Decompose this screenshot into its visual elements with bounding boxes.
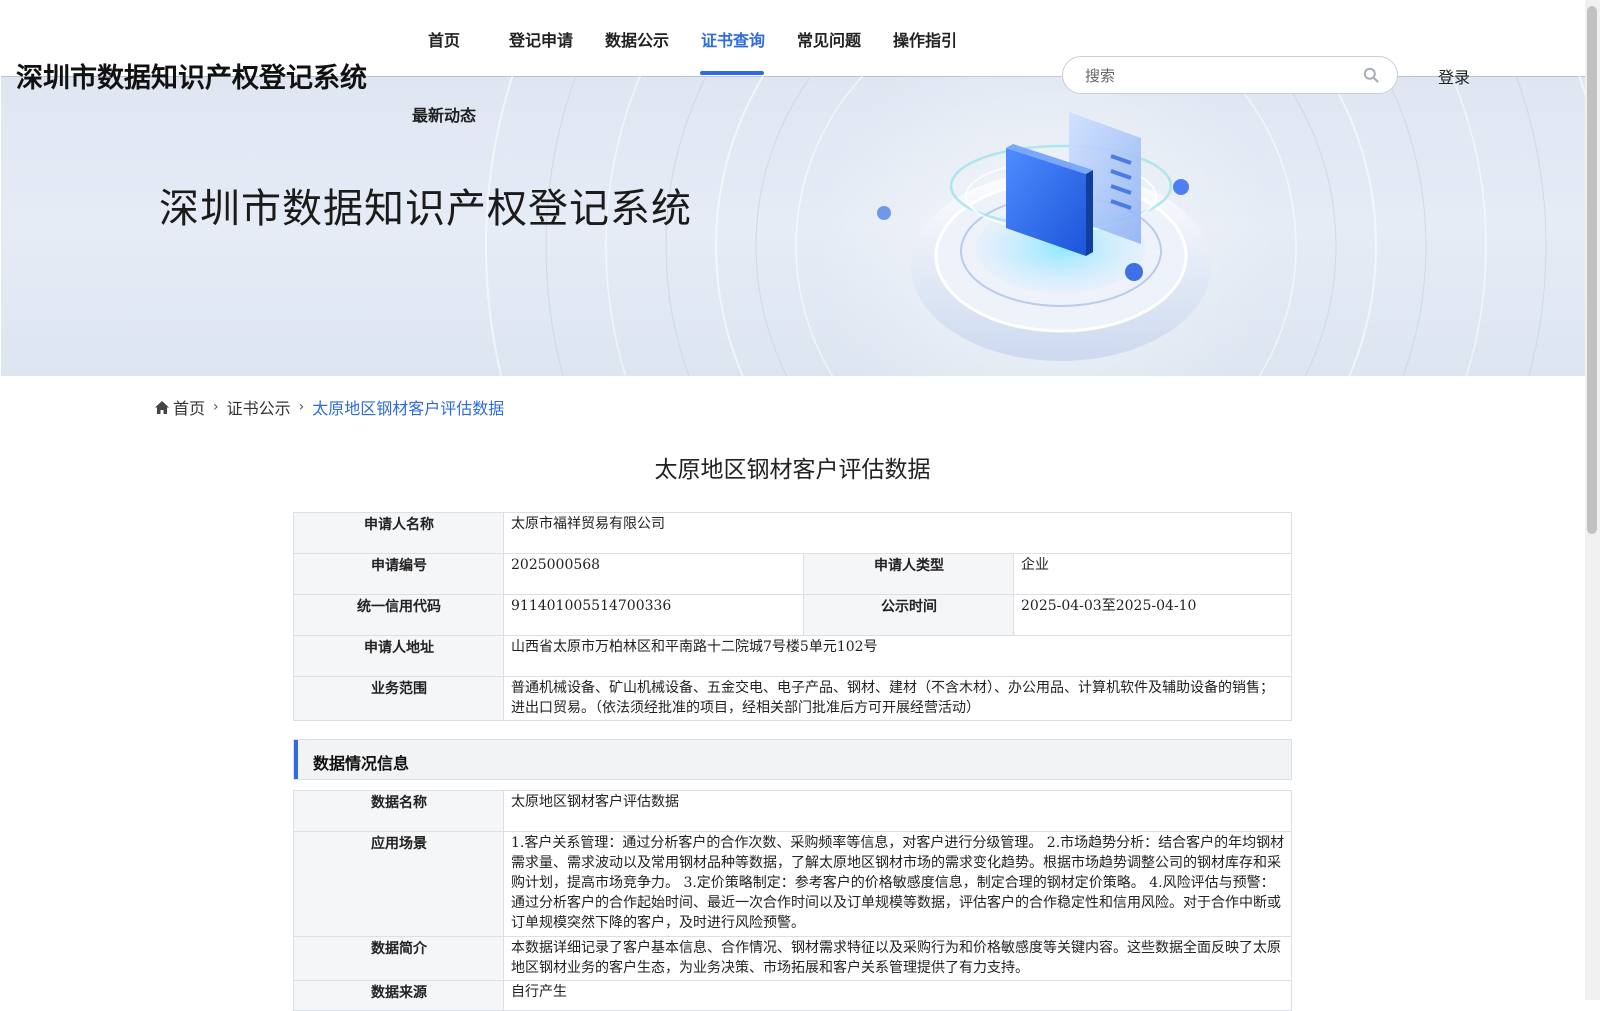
- nav-item-certificate-query[interactable]: 证书查询: [701, 27, 765, 51]
- table-row: 数据简介 本数据详细记录了客户基本信息、合作情况、钢材需求特征以及采购行为和价格…: [293, 936, 1292, 981]
- application-number-label: 申请编号: [293, 553, 504, 595]
- nav-item-news[interactable]: 最新动态: [412, 102, 476, 126]
- applicant-name-label: 申请人名称: [293, 512, 504, 554]
- search-box: [1062, 56, 1398, 95]
- table-row: 业务范围 普通机械设备、矿山机械设备、五金交电、电子产品、钢材、建材（不含木材）…: [293, 676, 1292, 721]
- table-row: 申请人地址 山西省太原市万柏林区和平南路十二院城7号楼5单元102号: [293, 635, 1292, 677]
- nav-active-underline: [700, 71, 764, 75]
- table-row: 数据名称 太原地区钢材客户评估数据: [293, 790, 1292, 832]
- publicity-time-value: 2025-04-03至2025-04-10: [1013, 594, 1292, 636]
- data-source-label: 数据来源: [293, 980, 504, 1011]
- applicant-address-value: 山西省太原市万柏林区和平南路十二院城7号楼5单元102号: [503, 635, 1292, 677]
- data-intro-value: 本数据详细记录了客户基本信息、合作情况、钢材需求特征以及采购行为和价格敏感度等关…: [503, 936, 1292, 981]
- chevron-right-icon: ›: [213, 399, 219, 415]
- nav-item-register[interactable]: 登记申请: [509, 27, 573, 51]
- applicant-type-value: 企业: [1013, 553, 1292, 595]
- data-section-header: 数据情况信息: [293, 739, 1292, 780]
- data-name-value: 太原地区钢材客户评估数据: [503, 790, 1292, 832]
- applicant-info-table: 申请人名称 太原市福祥贸易有限公司 申请编号 2025000568 申请人类型 …: [293, 512, 1292, 721]
- breadcrumb-certificate-publicity[interactable]: 证书公示: [227, 395, 291, 419]
- application-number-value: 2025000568: [503, 553, 804, 595]
- application-scenario-label: 应用场景: [293, 831, 504, 937]
- breadcrumb: 首页 › 证书公示 › 太原地区钢材客户评估数据: [155, 395, 504, 419]
- nav-item-data-publicity[interactable]: 数据公示: [605, 27, 669, 51]
- applicant-type-label: 申请人类型: [803, 553, 1014, 595]
- chevron-right-icon: ›: [298, 399, 305, 415]
- applicant-name-value: 太原市福祥贸易有限公司: [503, 512, 1292, 554]
- table-row: 数据来源 自行产生: [293, 980, 1292, 1011]
- applicant-address-label: 申请人地址: [293, 635, 504, 677]
- page-scrollbar-thumb[interactable]: [1587, 6, 1597, 534]
- data-intro-label: 数据简介: [293, 936, 504, 981]
- section-accent-bar: [294, 740, 298, 779]
- login-link[interactable]: 登录: [1438, 64, 1470, 88]
- table-row: 统一信用代码 911401005514700336 公示时间 2025-04-0…: [293, 594, 1292, 636]
- publicity-time-label: 公示时间: [803, 594, 1014, 636]
- data-info-table: 数据名称 太原地区钢材客户评估数据 应用场景 1.客户关系管理：通过分析客户的合…: [293, 790, 1292, 1011]
- data-source-value: 自行产生: [503, 980, 1292, 1011]
- credit-code-label: 统一信用代码: [293, 594, 504, 636]
- search-icon[interactable]: [1363, 67, 1379, 83]
- table-row: 申请编号 2025000568 申请人类型 企业: [293, 553, 1292, 595]
- business-scope-value: 普通机械设备、矿山机械设备、五金交电、电子产品、钢材、建材（不含木材）、办公用品…: [503, 676, 1292, 721]
- breadcrumb-home[interactable]: 首页: [173, 395, 205, 419]
- nav-item-guide[interactable]: 操作指引: [893, 27, 957, 51]
- breadcrumb-current: 太原地区钢材客户评估数据: [312, 399, 505, 418]
- business-scope-label: 业务范围: [293, 676, 504, 721]
- credit-code-value: 911401005514700336: [503, 594, 804, 636]
- data-name-label: 数据名称: [293, 790, 504, 832]
- home-icon[interactable]: [155, 400, 169, 414]
- page-title: 太原地区钢材客户评估数据: [654, 457, 931, 483]
- table-row: 应用场景 1.客户关系管理：通过分析客户的合作次数、采购频率等信息，对客户进行分…: [293, 831, 1292, 937]
- search-input[interactable]: [1083, 57, 1347, 95]
- table-row: 申请人名称 太原市福祥贸易有限公司: [293, 512, 1292, 554]
- data-section-heading: 数据情况信息: [313, 754, 410, 773]
- nav-item-home[interactable]: 首页: [428, 27, 460, 51]
- application-scenario-value: 1.客户关系管理：通过分析客户的合作次数、采购频率等信息，对客户进行分级管理。 …: [503, 831, 1292, 937]
- banner-title: 深圳市数据知识产权登记系统: [159, 186, 692, 232]
- nav-item-faq[interactable]: 常见问题: [797, 27, 861, 51]
